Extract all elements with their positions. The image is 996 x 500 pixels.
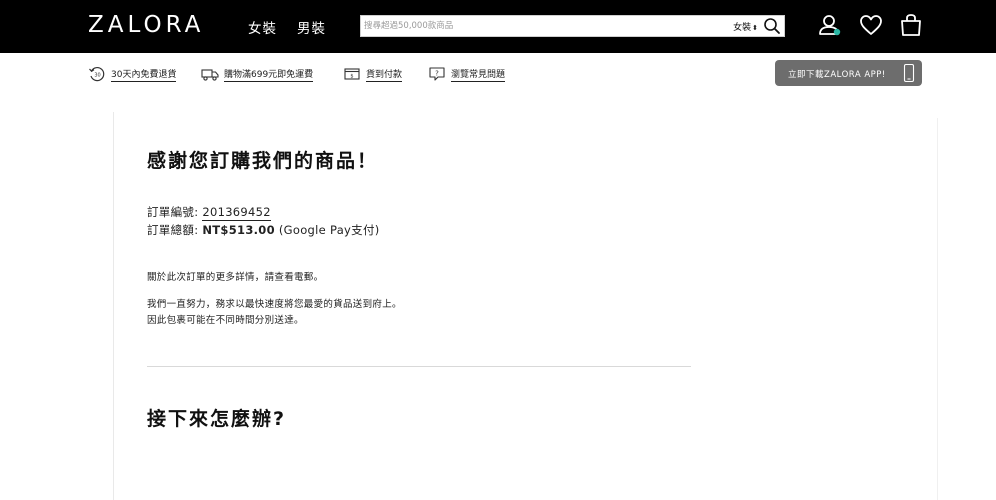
benefit-label: 瀏覽常見問題 — [451, 67, 506, 82]
search-category-select[interactable]: 女裝⬍ — [733, 20, 758, 33]
order-total-row: 訂單總額: NT$513.00 (Google Pay支付) — [147, 222, 380, 238]
search-bar: 女裝⬍ — [360, 15, 785, 37]
content-right-border — [937, 118, 938, 500]
delivery-note-line-2: 因此包裹可能在不同時間分別送達。 — [147, 315, 304, 326]
benefit-cash-on-delivery[interactable]: $ 貨到付款 — [343, 64, 403, 84]
order-total-amount: NT$513.00 — [202, 223, 275, 237]
return-30-icon: 30 — [89, 67, 105, 82]
payment-method-note: (Google Pay支付) — [278, 223, 380, 237]
benefit-label: 購物滿699元即免運費 — [224, 67, 314, 82]
svg-text:$: $ — [350, 74, 353, 80]
wishlist-heart-icon[interactable] — [858, 12, 884, 38]
order-total-label: 訂單總額: — [147, 223, 199, 237]
next-steps-title: 接下來怎麼辦? — [147, 408, 287, 430]
section-divider — [147, 366, 691, 367]
benefit-label: 30天內免費退貨 — [111, 67, 177, 82]
benefit-free-return[interactable]: 30 30天內免費退貨 — [88, 64, 177, 84]
zalora-logo[interactable]: ZALORA — [88, 12, 204, 38]
page-title: 感謝您訂購我們的商品！ — [147, 150, 379, 172]
search-category-label: 女裝 — [733, 23, 752, 33]
svg-text:?: ? — [435, 70, 439, 78]
order-number-label: 訂單編號: — [147, 205, 199, 219]
order-number-link[interactable]: 201369452 — [202, 205, 271, 221]
benefit-free-shipping[interactable]: 購物滿699元即免運費 — [201, 64, 314, 84]
shopping-bag-icon[interactable] — [898, 12, 924, 38]
svg-text:30: 30 — [94, 73, 100, 79]
download-app-button[interactable]: 立即下載ZALORA APP! — [775, 60, 922, 86]
benefit-label: 貨到付款 — [366, 67, 403, 82]
search-input[interactable] — [361, 16, 721, 36]
sort-arrows-icon: ⬍ — [752, 24, 758, 32]
nav-men[interactable]: 男裝 — [297, 17, 326, 37]
email-details-text: 關於此次訂單的更多詳情，請查看電郵。 — [147, 272, 324, 283]
delivery-note-line-1: 我們一直努力，務求以最快速度將您最愛的貨品送到府上。 — [147, 299, 402, 310]
benefit-faq[interactable]: ? 瀏覽常見問題 — [428, 64, 506, 84]
cash-on-delivery-icon: $ — [344, 68, 360, 80]
top-header: ZALORA 女裝 男裝 女裝⬍ — [0, 0, 996, 53]
question-bubble-icon: ? — [429, 67, 445, 81]
search-icon[interactable] — [763, 17, 781, 35]
account-icon[interactable] — [817, 12, 843, 38]
order-number-row: 訂單編號: 201369452 — [147, 204, 271, 221]
phone-icon — [903, 63, 915, 83]
content-left-border — [113, 112, 114, 500]
nav-women[interactable]: 女裝 — [248, 17, 277, 37]
download-app-label: 立即下載ZALORA APP! — [788, 70, 886, 80]
truck-icon — [201, 69, 219, 81]
